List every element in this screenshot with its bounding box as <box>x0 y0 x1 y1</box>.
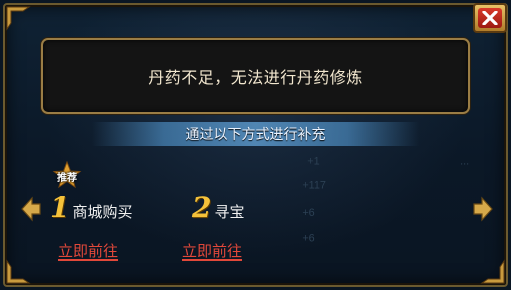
scroll-right-arrow-icon[interactable] <box>472 196 494 222</box>
svg-text:+6: +6 <box>302 233 314 245</box>
replenish-subtitle: 通过以下方式进行补充 <box>185 127 326 143</box>
corner-ornament-bottom-right <box>480 259 505 284</box>
close-button[interactable] <box>473 3 507 33</box>
recommend-badge-label: 推荐 <box>57 172 77 184</box>
option-label: 寻宝 <box>214 203 245 221</box>
svg-text:+1: +1 <box>307 156 319 168</box>
corner-ornament-bottom-left <box>6 259 31 284</box>
option-mall-purchase[interactable]: 1 商城购买 <box>50 194 133 222</box>
subtitle-banner: 通过以下方式进行补充 <box>92 122 419 146</box>
corner-ornament-top-left <box>6 6 31 31</box>
go-now-link-mall[interactable]: 立即前往 <box>58 240 118 261</box>
recommend-badge: 推荐 <box>52 160 82 191</box>
close-x-icon <box>478 8 502 28</box>
option-label: 商城购买 <box>72 203 133 221</box>
svg-text:+117: +117 <box>302 179 326 191</box>
insufficient-pills-message: 丹药不足，无法进行丹药修炼 <box>148 68 363 87</box>
svg-text:+6: +6 <box>302 207 314 219</box>
option-treasure-hunt[interactable]: 2 寻宝 <box>192 194 245 222</box>
option-number: 2 <box>192 191 212 224</box>
scroll-left-arrow-icon[interactable] <box>20 196 42 222</box>
go-now-link-treasure[interactable]: 立即前往 <box>182 240 242 261</box>
option-number: 1 <box>50 191 70 224</box>
message-box: 丹药不足，无法进行丹药修炼 <box>41 38 470 114</box>
svg-text:...: ... <box>460 156 469 168</box>
